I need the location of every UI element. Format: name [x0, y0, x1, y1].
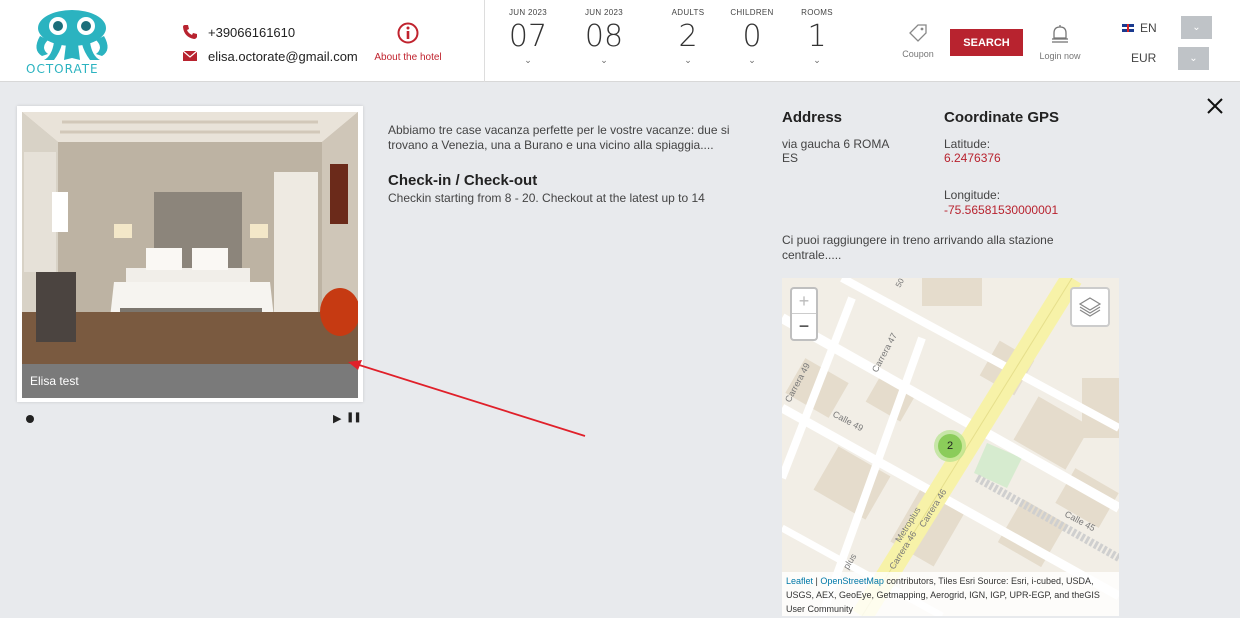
coupon-button[interactable]: Coupon [900, 24, 936, 59]
longitude-label: Longitude: [944, 188, 1001, 202]
zoom-control: + − [790, 287, 818, 341]
osm-link[interactable]: OpenStreetMap [820, 576, 884, 586]
checkin-text: Checkin starting from 8 - 20. Checkout a… [388, 191, 705, 205]
chevron-down-icon: ⌄ [748, 55, 756, 65]
chevron-down-icon: ⌄ [600, 55, 608, 65]
cluster-count: 2 [938, 434, 962, 458]
adults-value: 2 [678, 19, 698, 54]
location-map[interactable]: Carrera 47 Calle 49 Carrera 49 Metroplus… [782, 278, 1119, 616]
phone-number: +39066161610 [208, 24, 296, 40]
adults-caption: ADULTS [671, 8, 705, 17]
address-heading: Address [782, 109, 843, 126]
checkout-month: JUN 2023 [585, 8, 623, 17]
envelope-icon [182, 50, 198, 61]
children-value: 0 [742, 19, 762, 54]
gallery-slide[interactable]: Elisa test [17, 106, 363, 402]
checkin-month: JUN 2023 [509, 8, 547, 17]
chevron-down-icon: ⌄ [1192, 22, 1201, 33]
currency-code[interactable]: EUR [1131, 51, 1156, 65]
gps-heading: Coordinate GPS [944, 109, 1060, 126]
longitude-value: -75.56581530000001 [944, 203, 1059, 217]
hotel-room-photo [22, 112, 358, 370]
map-attribution: Leaflet | OpenStreetMap contributors, Ti… [782, 572, 1119, 616]
rooms-value: 1 [807, 19, 827, 54]
about-hotel-label: About the hotel [374, 52, 442, 63]
layers-button[interactable] [1070, 287, 1110, 327]
checkin-heading: Check-in / Check-out [388, 172, 538, 189]
address-street: via gaucha 6 ROMA [782, 137, 890, 151]
map-marker-cluster[interactable]: 2 [934, 430, 966, 462]
annotation-arrow [348, 360, 586, 437]
checkout-date-selector[interactable]: JUN 2023 08 ⌄ [579, 8, 629, 66]
chevron-down-icon: ⌄ [813, 55, 821, 65]
close-icon[interactable] [1205, 96, 1225, 116]
rooms-selector[interactable]: ROOMS 1 ⌄ [795, 8, 839, 66]
layers-icon [1078, 297, 1102, 317]
latitude-value: 6.2476376 [944, 151, 1001, 165]
about-hotel-link[interactable]: About the hotel [372, 22, 444, 63]
search-button[interactable]: SEARCH [950, 29, 1023, 56]
coupon-label: Coupon [902, 49, 934, 59]
info-icon [397, 22, 419, 44]
checkin-day: 07 [508, 19, 548, 54]
checkout-day: 08 [584, 19, 624, 54]
zoom-in-button[interactable]: + [792, 289, 816, 314]
uk-flag-icon [1122, 24, 1134, 32]
email-address: elisa.octorate@gmail.com [208, 48, 358, 64]
directions-text: Ci puoi raggiungere in treno arrivando a… [782, 233, 1054, 262]
email-contact[interactable]: elisa.octorate@gmail.com [182, 48, 358, 64]
rooms-caption: ROOMS [801, 8, 833, 17]
slide-indicator-dot[interactable] [26, 415, 34, 423]
language-selector[interactable]: EN [1122, 21, 1157, 35]
chevron-down-icon: ⌄ [1189, 53, 1198, 64]
chevron-down-icon: ⌄ [684, 55, 692, 65]
children-selector[interactable]: CHILDREN 0 ⌄ [727, 8, 777, 66]
address-country: ES [782, 151, 799, 165]
leaflet-link[interactable]: Leaflet [786, 576, 813, 586]
slide-caption: Elisa test [22, 364, 358, 398]
phone-contact[interactable]: +39066161610 [182, 24, 295, 40]
checkin-date-selector[interactable]: JUN 2023 07 ⌄ [503, 8, 553, 66]
adults-selector[interactable]: ADULTS 2 ⌄ [666, 8, 710, 66]
login-label: Login now [1039, 51, 1081, 61]
login-button[interactable]: Login now [1036, 24, 1084, 61]
logo-wordmark: OCTORATE [26, 62, 99, 76]
language-code: EN [1140, 21, 1157, 35]
chevron-down-icon: ⌄ [524, 55, 532, 65]
header-bar: OCTORATE +39066161610 elisa.octorate@gma… [0, 0, 1240, 82]
tag-icon [909, 24, 927, 42]
children-caption: CHILDREN [730, 8, 774, 17]
currency-dropdown-button[interactable]: ⌄ [1178, 47, 1209, 70]
hotel-description: Abbiamo tre case vacanza perfette per le… [388, 123, 730, 152]
phone-icon [183, 25, 197, 39]
header-divider [484, 0, 485, 82]
zoom-out-button[interactable]: − [792, 314, 816, 339]
bell-icon [1052, 25, 1068, 43]
language-dropdown-button[interactable]: ⌄ [1181, 16, 1212, 39]
latitude-label: Latitude: [944, 137, 991, 151]
